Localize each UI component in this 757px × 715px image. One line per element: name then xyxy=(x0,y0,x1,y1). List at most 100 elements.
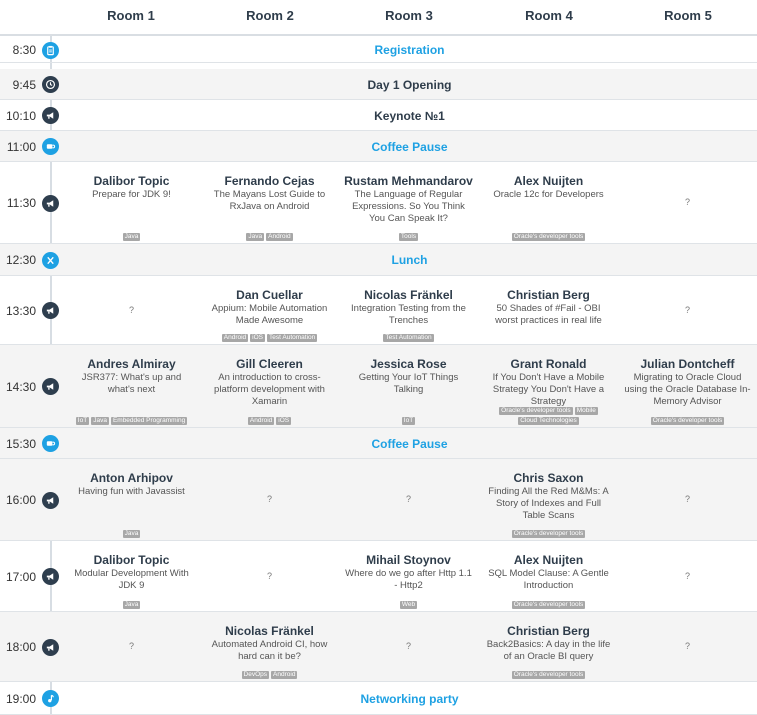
speaker-name: Nicolas Fränkel xyxy=(225,624,314,638)
talk-cell[interactable]: Jessica Rose Getting Your IoT Things Talk… xyxy=(339,345,478,428)
talk-title: The Language of Regular Expressions. So … xyxy=(352,189,465,224)
tag-badge: Web xyxy=(399,601,418,609)
talk-cell[interactable]: Andres Almiray JSR377: What's up and what… xyxy=(62,345,201,428)
general-session[interactable]: Coffee Pause xyxy=(62,140,757,154)
speaker-name: Dan Cuellar xyxy=(236,288,303,302)
talk-placeholder: ? xyxy=(684,570,690,581)
time-label: 18:00 xyxy=(5,640,36,654)
talk-content: Fernando Cejas The Mayans Lost Guide to R… xyxy=(200,174,339,213)
time-label: 9:45 xyxy=(12,77,36,92)
tag-list: IoT Java Embedded Programming xyxy=(62,417,201,425)
room-header: Room 3 xyxy=(385,8,433,23)
talk-cell[interactable]: Dan Cuellar Appium: Mobile Automation Mad… xyxy=(200,276,339,345)
general-session[interactable]: Registration xyxy=(62,43,757,57)
megaphone-icon xyxy=(45,305,56,316)
tag-list: Java Android xyxy=(200,233,339,241)
talk-cell[interactable]: Christian Berg 50 Shades of #Fail - OBI w… xyxy=(479,276,618,345)
megaphone-icon xyxy=(45,642,56,653)
megaphone-icon xyxy=(45,495,56,506)
talk-placeholder: ? xyxy=(266,570,272,581)
talk-title: SQL Model Clause: A Gentle Introduction xyxy=(488,568,609,591)
talk-cell[interactable]: Dalibor Topic Prepare for JDK 9! Java xyxy=(62,162,201,244)
general-session[interactable]: Networking party xyxy=(62,692,757,706)
timeslot-row: 11:00 Coffee Pause xyxy=(0,131,757,162)
talk-cell[interactable]: Fernando Cejas The Mayans Lost Guide to R… xyxy=(200,162,339,244)
tag-list: Java xyxy=(62,601,201,609)
speaker-name: Jessica Rose xyxy=(370,357,447,371)
tag-list: Oracle's developer tools xyxy=(479,671,618,679)
tag-badge: Embedded Programming xyxy=(110,417,188,425)
talk-cell[interactable]: Dalibor Topic Modular Development With JD… xyxy=(62,541,201,612)
tag-badge: Oracle's developer tools xyxy=(511,601,586,609)
speaker-name: Gill Cleeren xyxy=(236,357,303,371)
talk-placeholder: ? xyxy=(128,304,134,315)
talk-cell[interactable]: Nicolas Fränkel Integration Testing from … xyxy=(339,276,478,345)
talk-title: Back2Basics: A day in the life of an Ora… xyxy=(486,639,611,662)
tag-list: Tools xyxy=(339,233,478,241)
timeline-marker xyxy=(42,638,59,656)
tag-badge: Oracle's developer tools xyxy=(511,530,586,538)
rooms-header: Room 1 Room 2 Room 3 Room 4 Room 5 xyxy=(0,0,757,36)
timeline-marker xyxy=(42,251,59,269)
general-session[interactable]: Lunch xyxy=(62,253,757,267)
talk-content: Rustam Mehmandarov The Language of Regula… xyxy=(339,174,478,225)
timeline-marker xyxy=(42,194,59,212)
cutlery-icon xyxy=(45,255,56,266)
room-header: Room 4 xyxy=(525,8,573,23)
tag-badge: Java xyxy=(122,530,141,538)
coffee-cup-icon xyxy=(45,141,56,152)
tag-list: Oracle's developer tools xyxy=(479,601,618,609)
tag-list: Android iOS Test Automation xyxy=(200,334,339,342)
time-label: 13:30 xyxy=(5,303,36,318)
tag-list: Oracle's developer tools xyxy=(479,233,618,241)
talk-cell[interactable]: Mihail Stoynov Where do we go after Http … xyxy=(339,541,478,612)
talk-title: Having fun with Javassist xyxy=(78,486,185,497)
talk-content: Christian Berg 50 Shades of #Fail - OBI w… xyxy=(479,288,618,327)
tag-badge: Java xyxy=(122,233,141,241)
talk-cell: ? xyxy=(618,162,757,244)
talk-title: An introduction to cross-platform develo… xyxy=(214,372,325,407)
room-header: Room 1 xyxy=(107,8,155,23)
time-label: 12:30 xyxy=(5,253,36,267)
tag-badge: Android xyxy=(271,671,298,679)
talk-content: Alex Nuijten SQL Model Clause: A Gentle I… xyxy=(479,553,618,592)
time-label: 8:30 xyxy=(12,43,36,57)
talk-placeholder: ? xyxy=(405,641,411,651)
speaker-name: Anton Arhipov xyxy=(90,471,173,485)
talk-cell: ? xyxy=(62,276,201,345)
timeline-marker xyxy=(42,76,59,93)
talk-cell[interactable]: Gill Cleeren An introduction to cross-pla… xyxy=(200,345,339,428)
talk-content: Julian Dontcheff Migrating to Oracle Clou… xyxy=(618,357,757,408)
tag-list: DevOps Android xyxy=(200,671,339,679)
talk-cell[interactable]: Julian Dontcheff Migrating to Oracle Clou… xyxy=(618,345,757,428)
talk-cell[interactable]: Nicolas Fränkel Automated Android CI, how… xyxy=(200,612,339,682)
tag-list: Java xyxy=(62,233,201,241)
schedule-grid: Room 1 Room 2 Room 3 Room 4 Room 5 8:30 R… xyxy=(0,0,757,715)
talk-cell[interactable]: Chris Saxon Finding All the Red M&Ms: A S… xyxy=(479,459,618,541)
talk-cell[interactable]: Rustam Mehmandarov The Language of Regula… xyxy=(339,162,478,244)
timeslot-row: 11:30 Dalibor Topic Prepare for JDK 9! Java… xyxy=(0,162,757,244)
talk-cell[interactable]: Alex Nuijten Oracle 12c for Developers Ora… xyxy=(479,162,618,244)
timeslot-row: 19:00 Networking party xyxy=(0,682,757,715)
talk-cell: ? xyxy=(618,276,757,345)
tag-list: Test Automation xyxy=(339,334,478,342)
tag-list: Android iOS xyxy=(200,417,339,425)
tag-badge: Test Automation xyxy=(383,334,434,342)
time-label: 15:30 xyxy=(5,436,36,451)
talk-cell[interactable]: Alex Nuijten SQL Model Clause: A Gentle I… xyxy=(479,541,618,612)
tag-badge: Java xyxy=(91,417,109,425)
speaker-name: Alex Nuijten xyxy=(513,553,584,567)
talk-content: Dalibor Topic Prepare for JDK 9! xyxy=(62,174,201,201)
talk-title: Where do we go after Http 1.1 - Http2 xyxy=(345,568,472,591)
time-label: 16:00 xyxy=(5,493,36,507)
music-note-icon xyxy=(45,693,56,704)
tag-badge: Android xyxy=(266,233,293,241)
talk-cell[interactable]: Grant Ronald If You Don't Have a Mobile S… xyxy=(479,345,618,428)
general-session[interactable]: Coffee Pause xyxy=(62,437,757,451)
tag-badge: IoT xyxy=(401,417,416,425)
talk-cell[interactable]: Anton Arhipov Having fun with Javassist Ja… xyxy=(62,459,201,541)
speaker-name: Christian Berg xyxy=(507,624,590,638)
speaker-name: Dalibor Topic xyxy=(93,553,170,567)
tag-badge: Oracle's developer tools xyxy=(511,671,586,679)
talk-cell[interactable]: Christian Berg Back2Basics: A day in the … xyxy=(479,612,618,682)
